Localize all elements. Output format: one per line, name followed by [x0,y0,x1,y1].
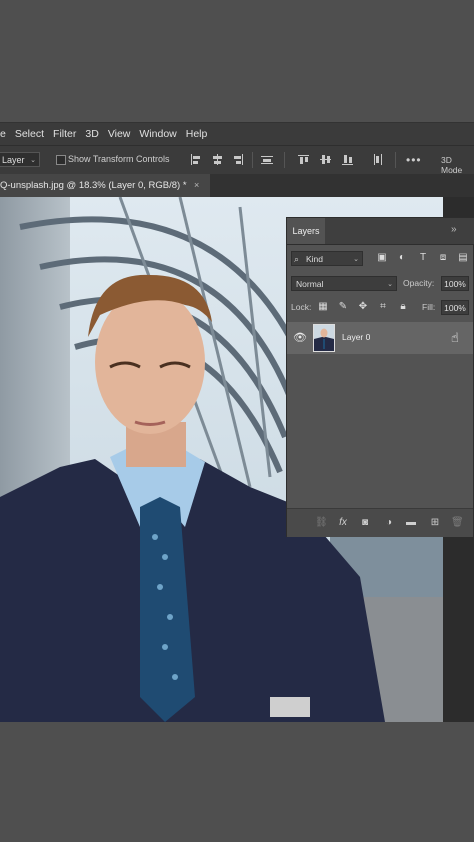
pixel-layer-filter-icon[interactable]: ▣ [376,252,388,264]
close-icon[interactable]: × [194,174,199,197]
visibility-eye-icon[interactable]: 👁︎ [293,331,307,344]
align-middle-v-icon[interactable] [320,154,332,165]
align-bottom-icon[interactable] [342,154,354,165]
filter-kind-value: Kind [306,254,324,264]
auto-select-value: Layer [2,155,25,165]
options-bar: Layer ⌄ Show Transform Controls ••• 3D M… [0,145,474,175]
layers-panel-header: Layers » [287,218,474,245]
lock-image-brush-icon[interactable]: ✎ [337,301,349,313]
menu-filter[interactable]: Filter [53,128,76,140]
chevron-down-icon: ⌄ [30,157,36,164]
adjustment-layer-filter-icon[interactable]: ◐ [396,252,408,264]
new-layer-icon[interactable]: ⊞ [429,517,441,529]
collapse-icon[interactable]: » [451,224,457,235]
layer-thumbnail [313,324,335,352]
align-left-icon[interactable] [190,154,202,165]
separator [395,152,396,168]
layers-tab[interactable]: Layers [287,218,325,244]
lock-artboard-icon[interactable]: ⌗ [377,301,389,313]
lock-label: Lock: [291,302,312,312]
3d-mode-label: 3D Mode [441,155,463,175]
menu-view[interactable]: View [108,128,131,140]
auto-select-dropdown[interactable]: Layer ⌄ [0,152,40,167]
opacity-label: Opacity: [403,278,435,288]
distribute-v-icon[interactable] [372,154,384,165]
align-center-h-icon[interactable] [211,154,223,165]
fill-label: Fill: [422,302,436,312]
blend-mode-value: Normal [296,279,324,289]
fill-value: 100% [444,303,466,313]
add-mask-icon[interactable]: ◙ [359,517,371,529]
type-layer-filter-icon[interactable]: T [417,252,429,264]
menu-select[interactable]: Select [15,128,44,140]
layers-panel-footer: ⛓︎ fx ◙ ◑ ▬ ⊞ 🗑︎ [287,508,473,537]
lock-position-icon[interactable]: ✥ [357,301,369,313]
document-tab-title: Q-unsplash.jpg @ 18.3% (Layer 0, RGB/8) … [0,180,187,191]
blend-mode-dropdown[interactable]: Normal ⌄ [291,276,397,291]
link-layers-icon[interactable]: ⛓︎ [315,517,328,529]
lock-row: Lock: ▦ ✎ ✥ ⌗ 🔒︎ Fill: 100% [291,300,471,316]
more-options-icon[interactable]: ••• [406,153,422,167]
menu-3d[interactable]: 3D [85,128,98,140]
transform-controls-checkbox[interactable] [56,155,66,165]
document-tab-bar: Q-unsplash.jpg @ 18.3% (Layer 0, RGB/8) … [0,174,474,197]
chevron-down-icon: ⌄ [387,281,393,288]
layers-panel: Layers » ⌕ Kind ⌄ ▣ ◐ T ⧈ ▤ Normal ⌄ Opa… [286,217,474,537]
separator [252,152,253,168]
opacity-value: 100% [444,279,466,289]
transform-controls-label: Show Transform Controls [68,154,170,164]
fx-icon[interactable]: fx [337,517,349,529]
bottom-background [0,722,474,842]
align-right-icon[interactable] [232,154,244,165]
align-top-icon[interactable] [298,154,310,165]
layer-name: Layer 0 [342,332,371,342]
document-tab[interactable]: Q-unsplash.jpg @ 18.3% (Layer 0, RGB/8) … [0,174,210,197]
shape-layer-filter-icon[interactable]: ⧈ [437,252,449,264]
new-group-folder-icon[interactable]: ▬ [405,517,417,529]
blend-row: Normal ⌄ Opacity: 100% [291,276,471,292]
top-background [0,0,474,122]
layer-row[interactable]: 👁︎ Layer 0 ☝︎ [287,322,473,354]
menu-bar: e Select Filter 3D View Window Help [0,122,474,145]
menu-file[interactable]: e [0,128,6,140]
chevron-down-icon: ⌄ [353,256,359,263]
layer-filter-row: ⌕ Kind ⌄ ▣ ◐ T ⧈ ▤ [291,251,471,267]
lock-all-icon[interactable]: 🔒︎ [397,301,409,313]
distribute-h-icon[interactable] [261,154,273,165]
new-adjustment-layer-icon[interactable]: ◑ [383,517,395,529]
separator [284,152,285,168]
filter-kind-dropdown[interactable]: ⌕ Kind ⌄ [291,251,363,266]
smart-object-filter-icon[interactable]: ▤ [457,252,469,264]
hand-cursor-icon: ☝︎ [451,330,459,345]
fill-field[interactable]: 100% [441,300,469,315]
trash-icon[interactable]: 🗑︎ [451,517,464,529]
search-icon: ⌕ [294,254,300,264]
opacity-field[interactable]: 100% [441,276,469,291]
menu-window[interactable]: Window [139,128,176,140]
lock-transparent-icon[interactable]: ▦ [317,301,329,313]
thumbnail-image [314,325,334,351]
menu-help[interactable]: Help [186,128,208,140]
